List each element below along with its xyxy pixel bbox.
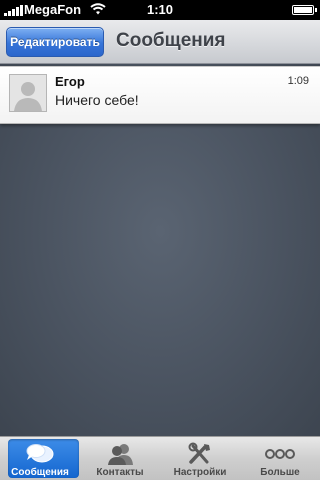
tab-label: Настройки — [173, 467, 227, 478]
tab-bar: Сообщения Контакты Настройки Больше — [0, 436, 320, 480]
status-time: 1:10 — [146, 2, 174, 17]
speech-bubbles-icon — [24, 441, 56, 467]
tab-contacts[interactable]: Контакты — [80, 437, 160, 480]
list-item[interactable]: Егор 1:09 Ничего себе! — [0, 66, 320, 124]
message-list[interactable]: Егор 1:09 Ничего себе! — [0, 64, 320, 436]
page-title: Сообщения — [116, 30, 226, 51]
contacts-icon — [104, 441, 136, 467]
battery-level — [294, 7, 312, 13]
battery-icon — [292, 5, 317, 15]
tab-more[interactable]: Больше — [240, 437, 320, 480]
tab-messages[interactable]: Сообщения — [0, 437, 80, 480]
avatar — [9, 74, 47, 112]
navigation-bar: Редактировать Сообщения — [0, 20, 320, 64]
tab-label: Контакты — [96, 467, 144, 478]
tab-label: Больше — [260, 467, 300, 478]
message-time: 1:09 — [287, 75, 309, 87]
message-sender: Егор — [55, 74, 85, 89]
tab-settings[interactable]: Настройки — [160, 437, 240, 480]
status-bar: MegaFon 1:10 — [0, 0, 320, 20]
tab-label: Сообщения — [11, 467, 69, 478]
edit-button[interactable]: Редактировать — [6, 27, 104, 57]
more-dots-icon — [264, 441, 296, 467]
person-silhouette-icon — [10, 75, 46, 111]
message-preview: Ничего себе! — [55, 92, 139, 108]
tools-icon — [184, 441, 216, 467]
